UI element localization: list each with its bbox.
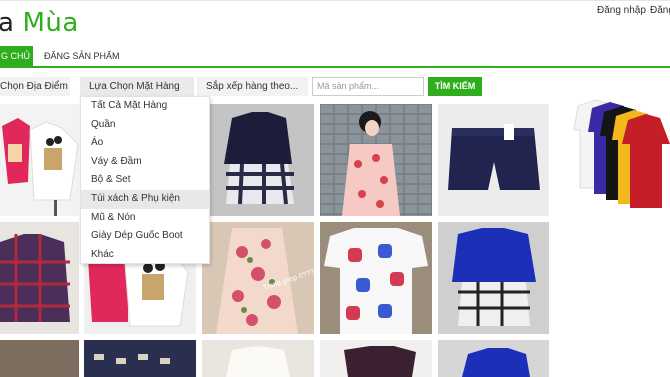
nav-home[interactable]: G CHỦ [0, 46, 33, 66]
product-code-input[interactable]: Mã sản phẩm... [312, 77, 424, 96]
top-bar: Đăng nhập Đăng [0, 0, 670, 22]
product-photo [320, 222, 432, 334]
top-divider [0, 0, 670, 1]
product-photo [84, 340, 196, 377]
product-photo [202, 104, 314, 216]
product-image[interactable] [84, 340, 196, 377]
category-option[interactable]: Khác [81, 246, 209, 265]
product-image[interactable] [320, 104, 432, 216]
category-option-highlighted[interactable]: Túi xách & Phụ kiện [81, 190, 209, 209]
product-image[interactable] [570, 96, 670, 208]
product-image[interactable] [438, 104, 549, 216]
category-option[interactable]: Váy & Đầm [81, 153, 209, 172]
category-dropdown-menu: Tất Cả Mặt Hàng Quần Áo Váy & Đầm Bộ & S… [80, 96, 210, 264]
logo-text-green: Mùa [22, 8, 79, 38]
product-image[interactable] [438, 222, 549, 334]
product-photo [438, 340, 549, 377]
product-photo [438, 104, 549, 216]
main-nav: G CHỦ ĐĂNG SẢN PHẨM [0, 46, 670, 68]
product-image[interactable] [0, 340, 79, 377]
category-option[interactable]: Quần [81, 116, 209, 135]
site-logo[interactable]: a Mùa [0, 8, 79, 38]
category-option[interactable]: Giày Dép Guốc Boot [81, 227, 209, 246]
product-photo [320, 104, 432, 216]
product-photo: Trang ghop 0?????78688 [202, 222, 314, 334]
category-select[interactable]: Lựa Chọn Mặt Hàng [80, 77, 194, 96]
product-photo [438, 222, 549, 334]
product-photo [570, 96, 670, 208]
product-image[interactable] [202, 104, 314, 216]
product-photo [202, 340, 314, 377]
product-photo [320, 340, 432, 377]
product-image[interactable] [0, 104, 79, 216]
product-image[interactable] [320, 340, 432, 377]
logo-text-dark: a [0, 8, 15, 38]
product-photo [0, 222, 79, 334]
search-button[interactable]: TÌM KIẾM [428, 77, 482, 96]
product-image[interactable] [438, 340, 549, 377]
category-option[interactable]: Bộ & Set [81, 171, 209, 190]
product-image[interactable] [0, 222, 79, 334]
nav-post-product[interactable]: ĐĂNG SẢN PHẨM [44, 46, 120, 66]
login-link[interactable]: Đăng nhập [597, 5, 646, 16]
category-option[interactable]: Tất Cả Mặt Hàng [81, 97, 209, 116]
category-option[interactable]: Áo [81, 134, 209, 153]
product-image[interactable] [320, 222, 432, 334]
category-option[interactable]: Mũ & Nón [81, 209, 209, 228]
product-image[interactable]: Trang ghop 0?????78688 [202, 222, 314, 334]
location-select[interactable]: Chọn Địa Điểm [0, 77, 70, 96]
register-link[interactable]: Đăng [650, 5, 670, 16]
sort-select[interactable]: Sắp xếp hàng theo... [197, 77, 308, 96]
product-image[interactable] [202, 340, 314, 377]
product-photo [0, 104, 79, 216]
